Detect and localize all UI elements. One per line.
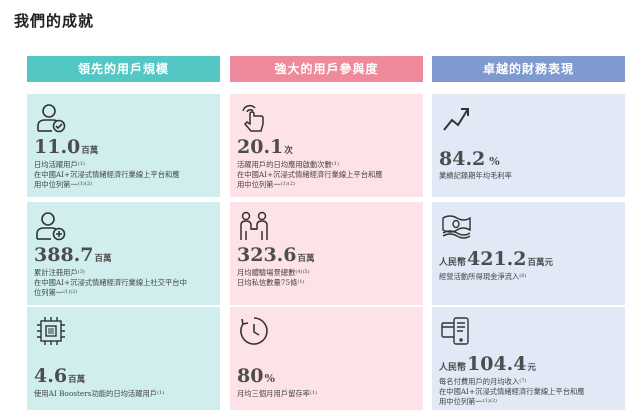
money-stack-icon: [440, 210, 472, 242]
retention-description: 月均三個月用戶留存率(1): [237, 389, 318, 398]
ai-chip-icon: [35, 315, 67, 347]
cash-flow-card: 人民幣421.2百萬元 經營活動所得現金淨流入(6): [432, 202, 625, 305]
financial-column: 卓越的財務表現 84.2% 業績記錄期年均毛利率 人民幣421.2百萬元 經營活…: [432, 56, 625, 410]
app-launch-value: 20.1次: [237, 136, 293, 158]
scenes-description: 月均體驗場景總數(4)(5) 日均私信數量75條(1): [237, 268, 310, 287]
registered-users-card: 388.7百萬 累計注冊用戶(3) 在中國AI+沉浸式情緒經濟行業線上社交平台中…: [27, 202, 220, 305]
column-heading: 卓越的財務表現: [432, 56, 625, 82]
people-interaction-icon: [238, 210, 270, 242]
page-title: 我們的成就: [14, 12, 95, 30]
app-launch-description: 活躍用戶的日均應用啟動次數(1) 在中國AI+沉浸式情緒經濟行業線上平台和應 用…: [237, 160, 383, 189]
gross-margin-card: 84.2% 業績記錄期年均毛利率: [432, 94, 625, 197]
retention-value: 80%: [237, 365, 275, 387]
column-heading: 強大的用戶參與度: [230, 56, 423, 82]
arppu-description: 每名付費用戶的月均收入(7) 在中國AI+沉浸式情緒經濟行業線上平台和應 用中位…: [439, 377, 585, 406]
ai-boosters-description: 使用AI Boosters功能的日均活躍用戶(1): [34, 389, 165, 398]
arppu-card: 人民幣104.4元 每名付費用戶的月均收入(7) 在中國AI+沉浸式情緒經濟行業…: [432, 307, 625, 410]
scenes-value: 323.6百萬: [237, 244, 315, 266]
ai-boosters-card: 4.6百萬 使用AI Boosters功能的日均活躍用戶(1): [27, 307, 220, 410]
retention-card: 80% 月均三個月用戶留存率(1): [230, 307, 423, 410]
user-scale-column: 領先的用戶規模 11.0百萬 日均活躍用戶(1) 在中國AI+沉浸式情緒經濟行業…: [27, 56, 220, 410]
gross-margin-description: 業績記錄期年均毛利率: [439, 171, 512, 180]
dau-description: 日均活躍用戶(1) 在中國AI+沉浸式情緒經濟行業線上平台和應 用中位列第一(1…: [34, 160, 180, 189]
dau-value: 11.0百萬: [34, 136, 99, 158]
gross-margin-value: 84.2%: [439, 148, 500, 170]
clock-icon: [238, 315, 270, 347]
registered-users-value: 388.7百萬: [34, 244, 112, 266]
registered-users-description: 累計注冊用戶(3) 在中國AI+沉浸式情緒經濟行業線上社交平台中 位列第一(1)…: [34, 268, 187, 297]
payment-card-icon: [440, 315, 472, 347]
dau-card: 11.0百萬 日均活躍用戶(1) 在中國AI+沉浸式情緒經濟行業線上平台和應 用…: [27, 94, 220, 197]
tap-gesture-icon: [238, 102, 270, 134]
trend-up-icon: [440, 102, 472, 134]
scenes-card: 323.6百萬 月均體驗場景總數(4)(5) 日均私信數量75條(1): [230, 202, 423, 305]
user-check-icon: [35, 102, 67, 134]
app-launch-card: 20.1次 活躍用戶的日均應用啟動次數(1) 在中國AI+沉浸式情緒經濟行業線上…: [230, 94, 423, 197]
arppu-value: 人民幣104.4元: [439, 353, 537, 375]
ai-boosters-value: 4.6百萬: [34, 365, 86, 387]
cash-flow-description: 經營活動所得現金淨流入(6): [439, 272, 527, 281]
user-add-icon: [35, 210, 67, 242]
column-heading: 領先的用戶規模: [27, 56, 220, 82]
cash-flow-value: 人民幣421.2百萬元: [439, 248, 554, 270]
engagement-column: 強大的用戶參與度 20.1次 活躍用戶的日均應用啟動次數(1) 在中國AI+沉浸…: [230, 56, 423, 410]
